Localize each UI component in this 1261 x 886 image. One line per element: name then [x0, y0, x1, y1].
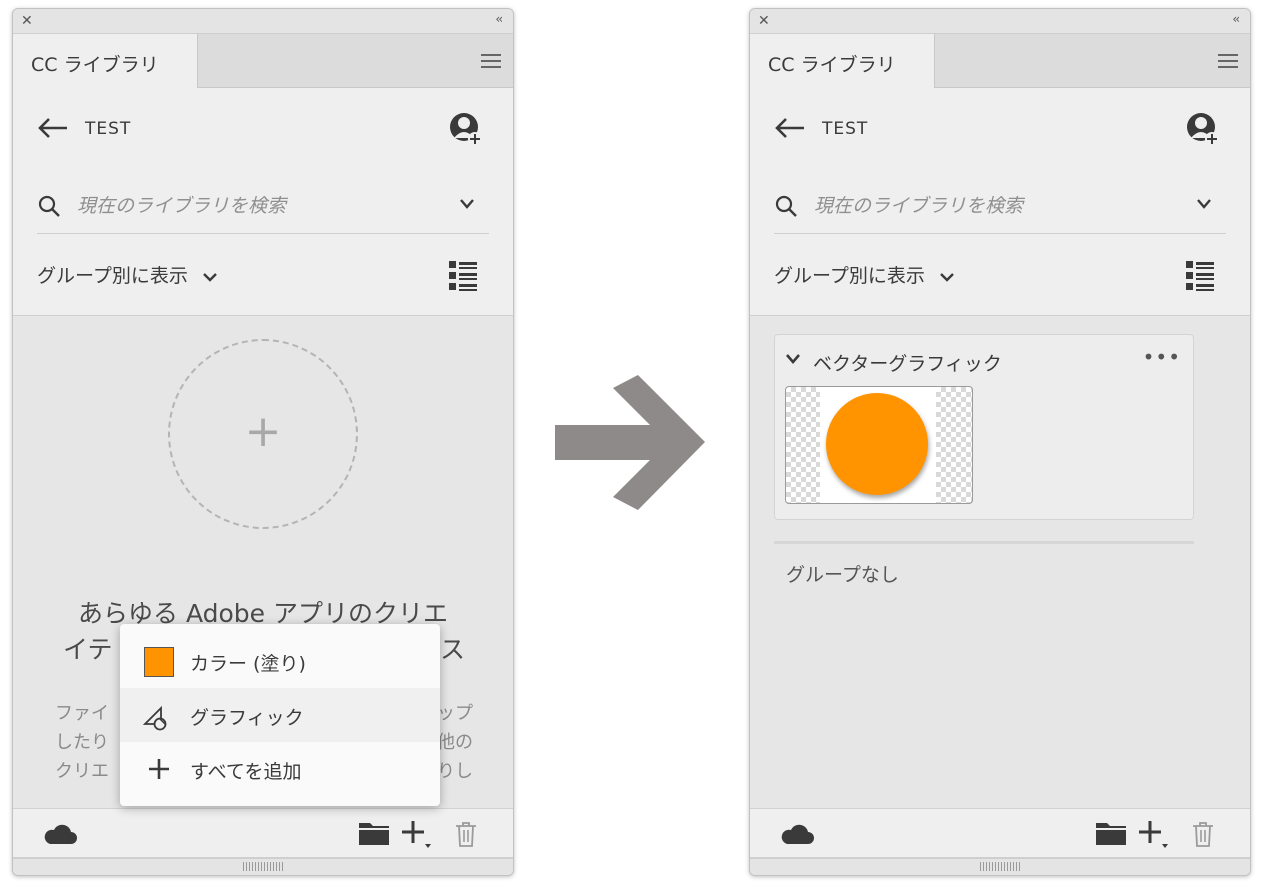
plus-icon [149, 759, 169, 779]
cloud-sync-icon[interactable] [43, 823, 77, 845]
group-title: ベクターグラフィック [813, 353, 1002, 375]
empty-body-text: ップ [437, 703, 473, 724]
tab-cc-libraries[interactable]: CC ライブラリ [750, 34, 935, 88]
folder-icon[interactable] [1096, 821, 1126, 845]
add-content-icon[interactable] [1138, 819, 1170, 849]
menu-item-add-all[interactable]: すべてを追加 [120, 742, 440, 796]
list-view-icon[interactable] [1186, 261, 1216, 291]
add-collaborator-icon[interactable] [449, 112, 483, 146]
empty-title-line2: イテ [63, 635, 113, 664]
collapse-icon[interactable]: ‹‹ [1232, 12, 1239, 26]
menu-item-label: グラフィック [190, 707, 304, 729]
more-options-icon[interactable]: ••• [1143, 345, 1181, 369]
library-header: TEST [750, 89, 1250, 175]
empty-body-text: クリエ [55, 761, 109, 782]
chevron-down-icon[interactable] [1196, 197, 1212, 211]
orange-circle-graphic [826, 393, 928, 495]
divider [774, 541, 1194, 544]
search-input[interactable] [77, 189, 437, 223]
search-input[interactable] [814, 189, 1174, 223]
library-title: TEST [85, 119, 132, 139]
menu-item-color-fill[interactable]: カラー (塗り) [120, 634, 440, 688]
resize-grip[interactable] [13, 857, 513, 875]
trash-icon[interactable] [1192, 821, 1214, 847]
panel-tab-row: CC ライブラリ [750, 34, 1250, 88]
back-arrow-icon[interactable] [774, 117, 806, 139]
empty-body-text: ファイ [55, 703, 109, 724]
group-view-label: グループ別に表示 [37, 265, 188, 287]
resize-grip[interactable] [750, 857, 1250, 875]
panel-menu-icon[interactable] [481, 54, 501, 72]
add-collaborator-icon[interactable] [1186, 112, 1220, 146]
group-view-dropdown[interactable]: グループ別に表示 [37, 261, 218, 288]
view-options-row: グループ別に表示 [13, 237, 513, 316]
panel-titlebar: ✕ ‹‹ [750, 9, 1250, 34]
add-plus-icon: + [244, 406, 282, 457]
empty-body-text: 他の [437, 732, 473, 753]
graphic-thumbnail[interactable] [785, 386, 973, 504]
transition-arrow-icon [555, 375, 705, 510]
tab-cc-libraries[interactable]: CC ライブラリ [13, 34, 198, 88]
folder-icon[interactable] [359, 821, 389, 845]
collapse-icon[interactable]: ‹‹ [495, 12, 502, 26]
panel-footer-toolbar [13, 808, 513, 859]
chevron-down-icon[interactable] [459, 197, 475, 211]
panel-tab-row: CC ライブラリ [13, 34, 513, 88]
menu-item-label: すべてを追加 [190, 761, 302, 783]
library-content: ベクターグラフィック ••• グループなし [750, 316, 1250, 809]
search-icon [775, 195, 797, 217]
group-card-vector-graphics: ベクターグラフィック ••• [774, 334, 1194, 520]
library-header: TEST [13, 89, 513, 175]
empty-body-text: したり [55, 732, 109, 753]
group-view-dropdown[interactable]: グループ別に表示 [774, 261, 955, 288]
menu-item-graphic[interactable]: グラフィック [120, 688, 440, 742]
close-icon[interactable]: ✕ [21, 13, 33, 29]
panel-menu-icon[interactable] [1218, 54, 1238, 72]
color-swatch-icon [144, 647, 174, 677]
tab-label: CC ライブラリ [31, 54, 159, 76]
no-group-label: グループなし [786, 564, 899, 586]
trash-icon[interactable] [455, 821, 477, 847]
group-view-label: グループ別に表示 [774, 265, 925, 287]
add-content-menu: カラー (塗り) グラフィック すべてを追加 [120, 624, 440, 806]
view-options-row: グループ別に表示 [750, 237, 1250, 316]
search-bar [37, 179, 489, 234]
cc-libraries-panel-after: ✕ ‹‹ CC ライブラリ TEST グループ別に [749, 8, 1251, 876]
back-arrow-icon[interactable] [37, 117, 69, 139]
search-bar [774, 179, 1226, 234]
thumbnail-artboard [820, 387, 936, 503]
list-view-icon[interactable] [449, 261, 479, 291]
library-title: TEST [822, 119, 869, 139]
graphic-icon [142, 705, 167, 731]
chevron-down-icon[interactable] [785, 353, 801, 365]
close-icon[interactable]: ✕ [758, 13, 770, 29]
panel-titlebar: ✕ ‹‹ [13, 9, 513, 34]
drop-zone[interactable]: + [168, 339, 358, 529]
menu-item-label: カラー (塗り) [190, 653, 306, 675]
panel-footer-toolbar [750, 808, 1250, 859]
chevron-down-icon [203, 272, 217, 282]
empty-title-line2-end: ス [439, 635, 465, 664]
chevron-down-icon [940, 272, 954, 282]
cloud-sync-icon[interactable] [780, 823, 814, 845]
add-content-icon[interactable] [401, 819, 433, 849]
tab-label: CC ライブラリ [768, 54, 896, 76]
empty-body-text: りし [437, 761, 473, 782]
search-icon [38, 195, 60, 217]
